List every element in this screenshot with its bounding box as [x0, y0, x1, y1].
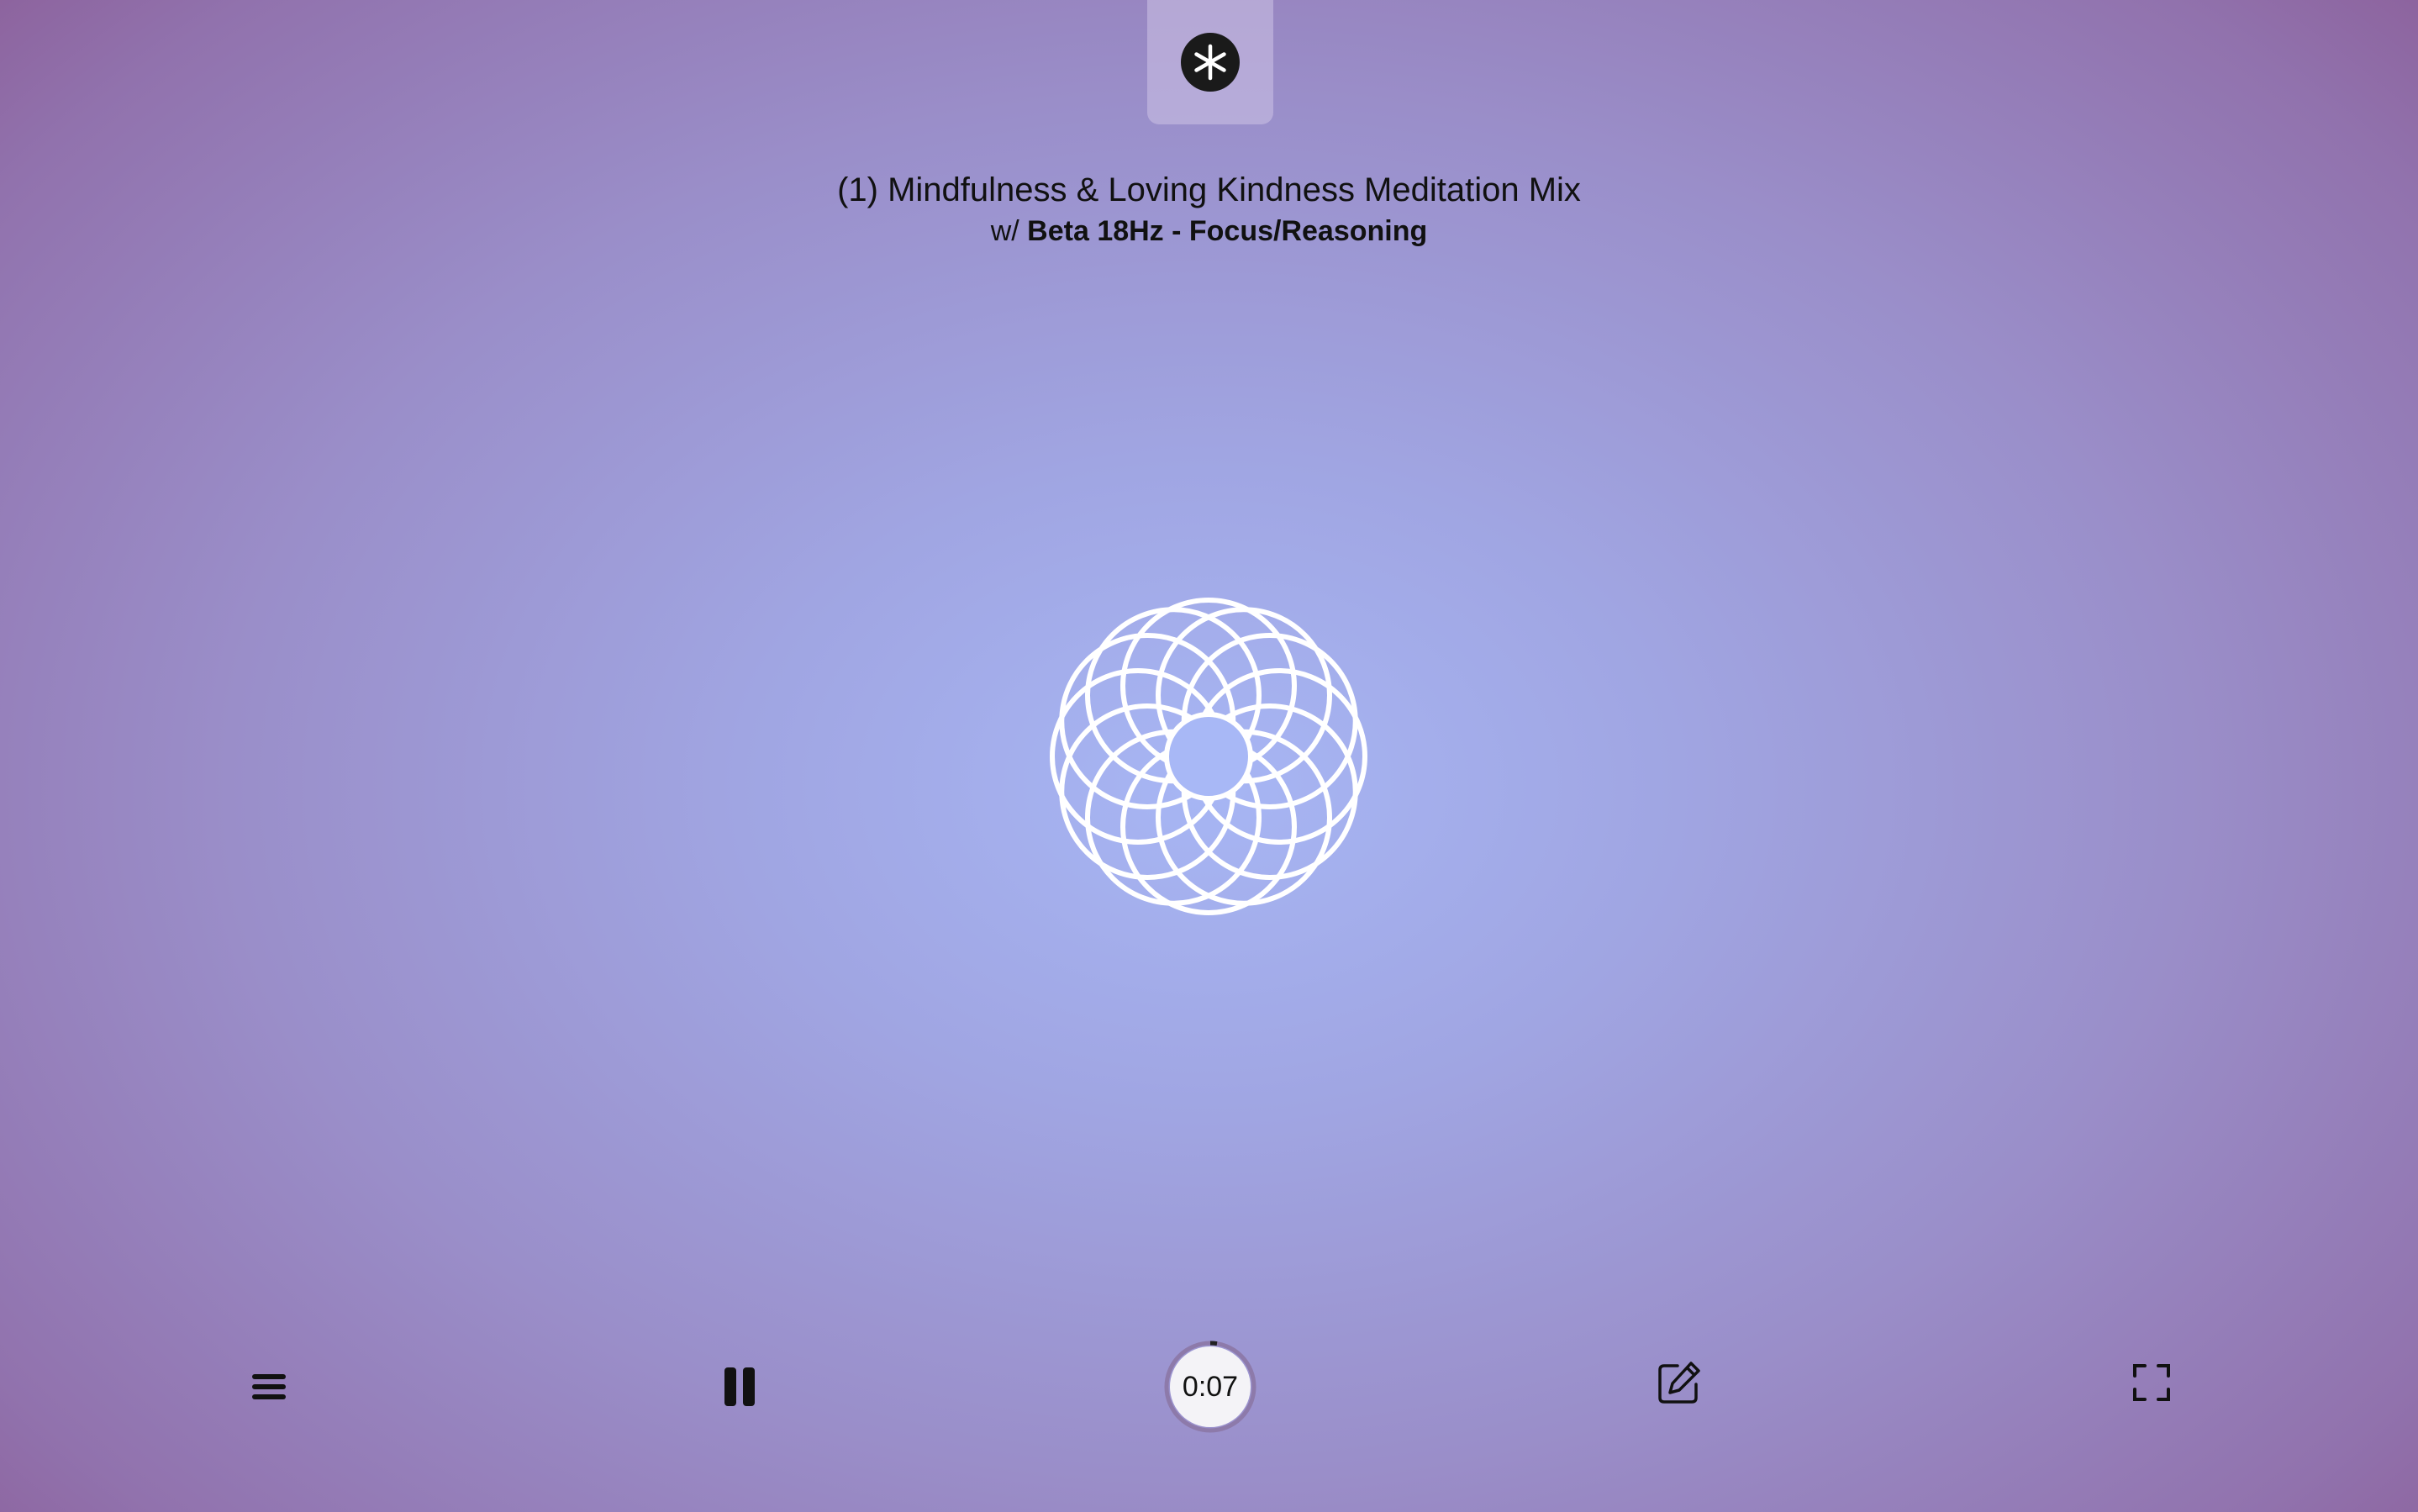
- flower-of-life-mandala-icon: [1050, 598, 1367, 915]
- hamburger-menu-icon: [252, 1374, 286, 1399]
- fullscreen-button[interactable]: [2118, 1349, 2185, 1416]
- fullscreen-icon: [2133, 1364, 2170, 1401]
- edit-note-icon: [1658, 1362, 1700, 1404]
- session-title: (1) Mindfulness & Loving Kindness Medita…: [837, 171, 1581, 208]
- subtitle-prefix: w/: [990, 215, 1019, 247]
- mandala-visual: [1040, 588, 1377, 925]
- pause-icon: [724, 1367, 755, 1406]
- pause-button[interactable]: [706, 1353, 773, 1420]
- timer-face: 0:07: [1170, 1346, 1251, 1427]
- timer-text: 0:07: [1182, 1370, 1239, 1403]
- session-subtitle: w/ Beta 18Hz - Focus/Reasoning: [0, 212, 2418, 250]
- edit-button[interactable]: [1646, 1349, 1713, 1416]
- session-title-block: (1) Mindfulness & Loving Kindness Medita…: [0, 168, 2418, 250]
- asterisk-logo-icon: [1181, 33, 1240, 92]
- logo-tab[interactable]: [1147, 0, 1273, 124]
- menu-button[interactable]: [235, 1353, 303, 1420]
- brainwave-label: Beta 18Hz - Focus/Reasoning: [1027, 215, 1428, 247]
- session-timer[interactable]: 0:07: [1164, 1341, 1256, 1433]
- mandala-center: [1164, 712, 1253, 801]
